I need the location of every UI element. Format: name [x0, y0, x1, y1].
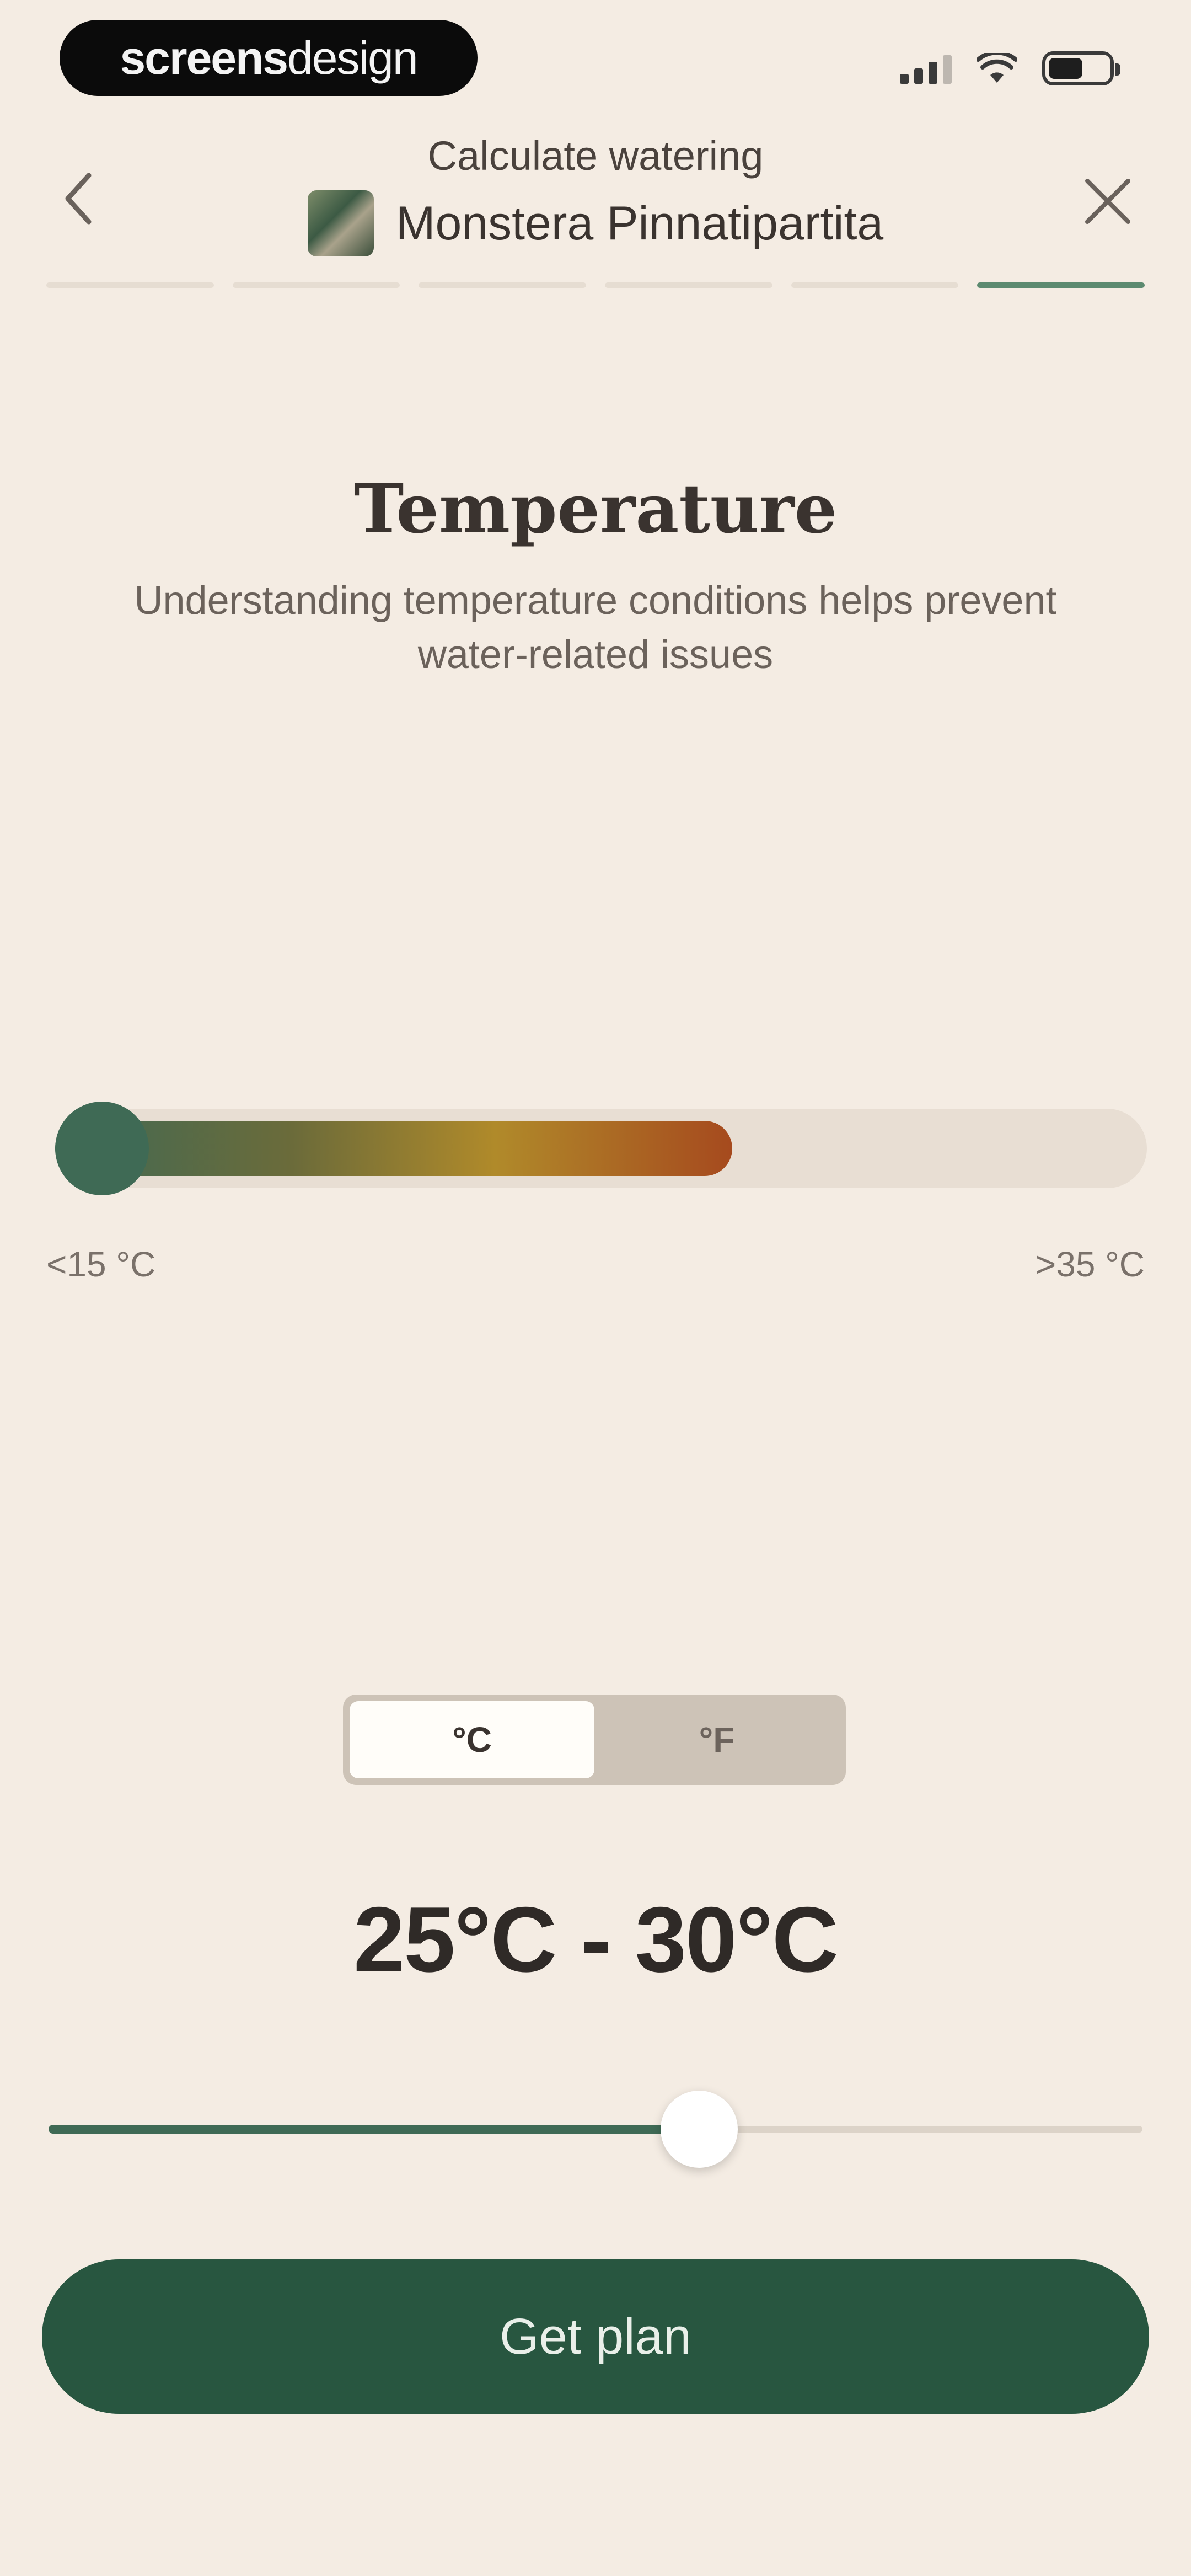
step-segment-1: [46, 282, 214, 288]
section-description: Understanding temperature conditions hel…: [134, 579, 1057, 677]
thermometer-bulb: [55, 1102, 149, 1195]
brand-logo-bold: screens: [120, 32, 288, 84]
plant-thumbnail: [307, 190, 374, 256]
unit-toggle: °C °F: [343, 1695, 846, 1785]
header-title-row: Monstera Pinnatipartita: [0, 190, 1191, 256]
status-icons: [900, 46, 1120, 90]
thermometer-min-label: <15 °C: [46, 1244, 156, 1284]
unit-option-fahrenheit[interactable]: °F: [594, 1701, 839, 1778]
temperature-range-value: 25°C - 30°C: [353, 1888, 839, 1991]
step-segment-4: [605, 282, 772, 288]
slider-thumb[interactable]: [661, 2091, 738, 2168]
temperature-slider[interactable]: [49, 2091, 1142, 2168]
brand-logo: screensdesign: [60, 20, 478, 96]
close-icon: [1085, 179, 1130, 224]
thermometer-track: [55, 1102, 1147, 1195]
battery-icon: [1042, 51, 1120, 85]
brand-logo-light: design: [287, 32, 419, 84]
step-progress: [46, 282, 1145, 288]
step-segment-6: [977, 282, 1145, 288]
thermometer-fill: [55, 1121, 732, 1176]
get-plan-button[interactable]: Get plan: [42, 2259, 1149, 2414]
plant-name: Monstera Pinnatipartita: [395, 196, 884, 250]
thermometer-max-label: >35 °C: [1035, 1244, 1145, 1284]
slider-fill: [49, 2125, 700, 2134]
signal-icon: [900, 53, 952, 84]
header-subtitle: Calculate watering: [427, 133, 764, 179]
step-segment-2: [232, 282, 400, 288]
unit-option-celsius[interactable]: °C: [350, 1701, 594, 1778]
screen: screensdesign Calculate watering Monster…: [0, 0, 1191, 2576]
wifi-icon: [977, 53, 1017, 83]
step-segment-3: [419, 282, 587, 288]
section-title: Temperature: [353, 469, 838, 548]
step-segment-5: [791, 282, 959, 288]
close-button[interactable]: [1072, 165, 1144, 237]
